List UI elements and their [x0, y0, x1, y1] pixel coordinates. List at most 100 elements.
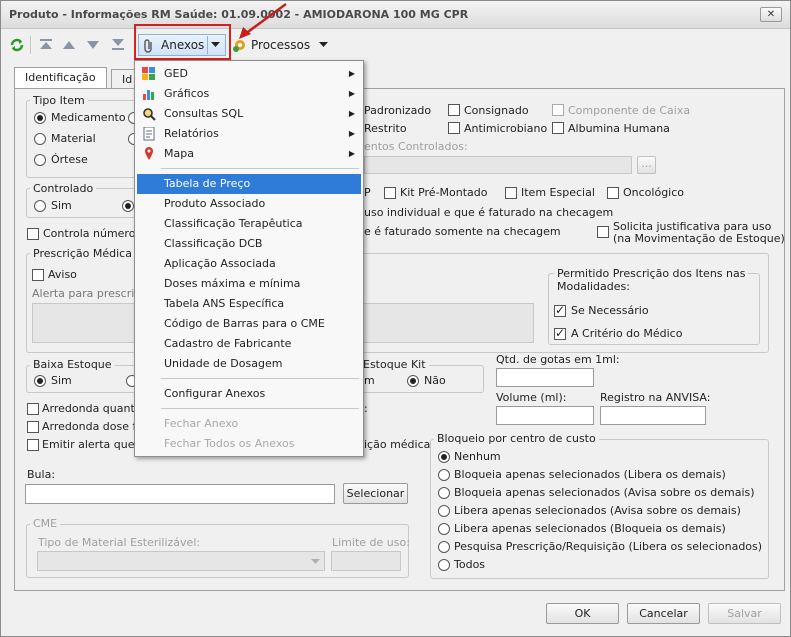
aviso-checkbox[interactable] [32, 269, 44, 281]
menu-item-unidade-dosagem[interactable]: Unidade de Dosagem [137, 354, 361, 374]
baixa-sim-radio[interactable] [34, 375, 46, 387]
controlados-ellipsis-button[interactable]: ... [637, 156, 656, 174]
oncologico-checkbox[interactable] [607, 187, 619, 199]
menu-item-fechar-anexo[interactable]: Fechar Anexo [137, 414, 361, 434]
albumina-checkbox[interactable] [552, 122, 564, 134]
arredonda-quantidade-checkbox[interactable] [27, 403, 39, 415]
menu-item-codigo-barras[interactable]: Código de Barras para o CME [137, 314, 361, 334]
radio-ortese-label: Órtese [51, 153, 88, 166]
menu-item-graficos[interactable]: Gráficos ▶ [137, 84, 361, 104]
menu-item-tabela-preco[interactable]: Tabela de Preço [137, 174, 361, 194]
radio-material[interactable] [34, 133, 46, 145]
emitir-alerta-checkbox[interactable] [27, 439, 39, 451]
faturado-label: e é faturado somente na checagem [364, 225, 561, 238]
controla-numero-checkbox[interactable] [27, 228, 39, 240]
controlados-field[interactable] [364, 156, 632, 174]
componente-caixa-checkbox[interactable] [552, 104, 564, 116]
menu-item-configurar-anexos[interactable]: Configurar Anexos [137, 384, 361, 404]
menu-item-label: Mapa [164, 147, 194, 160]
gotas-field[interactable] [496, 368, 594, 387]
refresh-icon[interactable] [9, 37, 25, 53]
tipo-material-select[interactable] [37, 551, 325, 571]
kit-checkbox[interactable] [384, 187, 396, 199]
radio-material-label: Material [51, 132, 96, 145]
se-necessario-label: Se Necessário [571, 304, 649, 317]
controlado-sim-radio[interactable] [34, 200, 46, 212]
menu-item-fechar-todos[interactable]: Fechar Todos os Anexos [137, 434, 361, 454]
previous-record-icon[interactable] [63, 40, 75, 50]
last-record-icon[interactable] [111, 39, 125, 51]
gotas-label: Qtd. de gotas em 1ml: [496, 353, 620, 366]
menu-item-ged[interactable]: GED ▶ [137, 64, 361, 84]
estoque-kit-nao-radio[interactable] [407, 375, 419, 387]
bloqueio-option-radio[interactable] [438, 541, 450, 553]
bloqueio-option-radio[interactable] [438, 505, 450, 517]
colon-label: : [364, 402, 368, 415]
kit-label: Kit Pré-Montado [400, 186, 488, 199]
item-especial-checkbox[interactable] [505, 187, 517, 199]
menu-item-classificacao-terapeutica[interactable]: Classificação Terapêutica [137, 214, 361, 234]
toolbar-separator [30, 36, 31, 54]
menu-item-label: GED [164, 67, 188, 80]
arredonda-dose-label: Arredonda dose fr [42, 420, 141, 433]
bloqueio-option-radio[interactable] [438, 469, 450, 481]
controla-numero-label: Controla número c [43, 227, 145, 240]
solicita-checkbox[interactable] [597, 226, 609, 238]
submenu-arrow-icon: ▶ [348, 109, 355, 118]
bloqueio-option-label: Libera apenas selecionados (Bloqueia os … [454, 522, 726, 535]
controlado-nao-radio[interactable] [122, 200, 134, 212]
annotation-arrow-icon [239, 2, 287, 39]
tab-identificacao[interactable]: Identificação [14, 67, 107, 89]
menu-item-mapa[interactable]: Mapa ▶ [137, 144, 361, 164]
antimicrobiano-label: Antimicrobiano [464, 122, 548, 135]
cme-title: CME [30, 517, 61, 530]
limite-uso-label: Limite de uso: [332, 536, 410, 549]
menu-item-classificacao-dcb[interactable]: Classificação DCB [137, 234, 361, 254]
product-window: Produto - Informações RM Saúde: 01.09.00… [0, 0, 791, 637]
bula-field[interactable] [25, 484, 335, 504]
next-record-icon[interactable] [87, 40, 99, 50]
anexos-dropdown-menu: GED ▶ Gráficos ▶ Consultas SQL ▶ Relatórios… [134, 60, 364, 457]
radio-ortese[interactable] [34, 154, 46, 166]
antimicrobiano-checkbox[interactable] [448, 122, 460, 134]
controlado-sim-label: Sim [51, 199, 72, 212]
menu-item-consultas-sql[interactable]: Consultas SQL ▶ [137, 104, 361, 124]
bloqueio-option-label: Bloqueia apenas selecionados (Avisa sobr… [454, 486, 755, 499]
consignado-checkbox[interactable] [448, 104, 460, 116]
selecionar-button[interactable]: Selecionar [343, 483, 408, 504]
cancel-button[interactable]: Cancelar [627, 603, 700, 624]
volume-label: Volume (ml): [496, 391, 567, 404]
oncologico-label: Oncológico [623, 186, 685, 199]
volume-field[interactable] [496, 406, 594, 425]
menu-item-aplicacao-associada[interactable]: Aplicação Associada [137, 254, 361, 274]
bloqueio-option-radio[interactable] [438, 523, 450, 535]
radio-medicamento[interactable] [34, 112, 46, 124]
se-necessario-checkbox[interactable] [554, 303, 566, 317]
controlado-title: Controlado [30, 182, 97, 195]
menu-item-produto-associado[interactable]: Produto Associado [137, 194, 361, 214]
bloqueio-option-radio[interactable] [438, 559, 450, 571]
limite-uso-field[interactable] [331, 551, 401, 571]
tipo-material-label: Tipo de Material Esterilizável: [38, 536, 201, 549]
arredonda-dose-checkbox[interactable] [27, 421, 39, 433]
bloqueio-option-label: Bloqueia apenas selecionados (Libera os … [454, 468, 726, 481]
first-record-icon[interactable] [39, 39, 53, 51]
bloqueio-nenhum-radio[interactable] [438, 451, 450, 463]
menu-item-tabela-ans[interactable]: Tabela ANS Específica [137, 294, 361, 314]
save-button[interactable]: Salvar [708, 603, 781, 624]
uso-individual-label: uso individual e que é faturado na checa… [364, 206, 614, 219]
bloqueio-title: Bloqueio por centro de custo [434, 432, 599, 445]
arredonda-quantidade-label: Arredonda quantic [42, 402, 144, 415]
menu-item-doses[interactable]: Doses máxima e mínima [137, 274, 361, 294]
processos-chevron-down-icon[interactable] [319, 42, 328, 48]
menu-item-label: Consultas SQL [164, 107, 244, 120]
menu-separator [161, 168, 359, 169]
menu-item-cadastro-fabricante[interactable]: Cadastro de Fabricante [137, 334, 361, 354]
registro-field[interactable] [600, 406, 706, 425]
ok-button[interactable]: OK [546, 603, 619, 624]
a-criterio-checkbox[interactable] [554, 326, 566, 340]
menu-item-relatorios[interactable]: Relatórios ▶ [137, 124, 361, 144]
close-button[interactable]: ✕ [760, 7, 782, 22]
bloqueio-option-radio[interactable] [438, 487, 450, 499]
baixa-estoque-title: Baixa Estoque [30, 358, 115, 371]
